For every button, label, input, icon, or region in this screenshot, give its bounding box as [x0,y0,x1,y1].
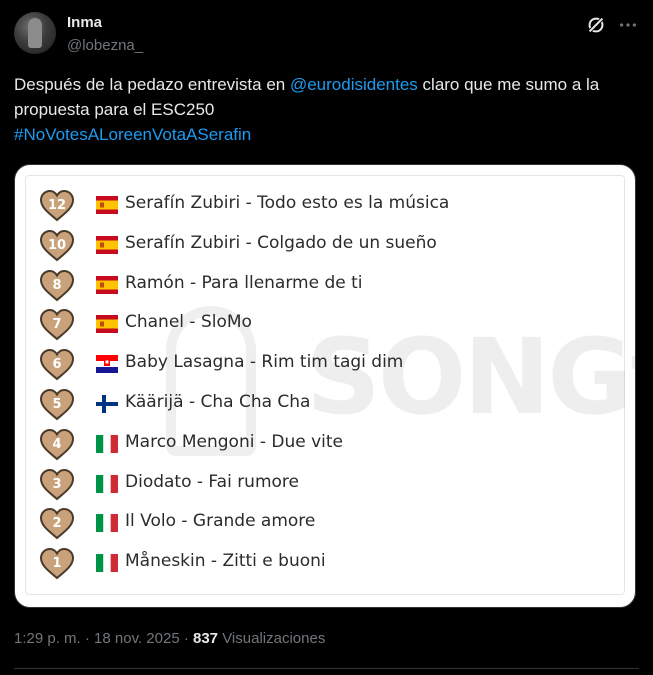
tweet-image[interactable]: SONGfest 12Serafín Zubiri - Todo esto es… [14,164,636,608]
italy-flag-icon [96,514,118,533]
spain-flag-icon [96,315,118,334]
song-title: Käärijä - Cha Cha Cha [125,392,311,412]
ranking-row: 7 Chanel - SloMo [40,309,620,341]
song-title: Serafín Zubiri - Todo esto es la música [125,193,450,213]
song-title: Chanel - SloMo [125,312,252,333]
mention-link[interactable]: @eurodisidentes [290,75,418,94]
heart-icon: 10 [40,229,74,262]
song-title: Serafín Zubiri - Colgado de un sueño [125,232,437,253]
heart-icon: 4 [40,428,74,461]
tweet-header: Inma @lobezna_ [14,10,639,58]
more-options-icon[interactable] [617,14,639,36]
author-handle[interactable]: @lobezna_ [67,37,143,54]
song-title: Diodato - Fai rumore [125,471,299,492]
grok-icon[interactable] [585,14,607,36]
points-label: 5 [52,397,61,412]
heart-icon: 12 [40,190,74,222]
views-count: 837 [193,630,219,647]
views-label: Visualizaciones [218,630,326,647]
hashtag-link[interactable]: #NoVotesALoreenVotaASerafin [14,125,251,144]
tweet-text: Después de la pedazo entrevista en @euro… [14,72,639,147]
italy-flag-icon [96,434,118,453]
croatia-flag-icon [96,355,118,374]
heart-icon: 1 [40,548,74,580]
heart-icon: 7 [40,309,74,341]
song-title: Ramón - Para llenarme de ti [125,272,363,293]
tweet-meta: 1:29 p. m. · 18 nov. 2025 · 837 Visualiz… [14,630,325,647]
song-title: Måneskin - Zitti e buoni [125,551,326,572]
ranking-row: 1 Måneskin - Zitti e buoni [40,548,620,580]
song-title: Baby Lasagna - Rim tim tagi dim [125,352,404,373]
italy-flag-icon [96,554,118,573]
points-label: 4 [52,437,61,452]
ranking-row: 2 Il Volo - Grande amore [40,508,620,540]
points-label: 3 [52,477,61,492]
points-label: 10 [48,238,66,253]
tweet-text-part: Después de la pedazo entrevista en [14,75,290,94]
heart-icon: 8 [40,269,74,301]
avatar[interactable] [14,12,56,54]
ranking-row: 12 Serafín Zubiri - Todo esto es la músic… [40,190,620,222]
ranking-row: 6 Baby Lasagna - Rim tim tagi dim [40,349,620,381]
ranking-row: 8 Ramón - Para llenarme de ti [40,269,620,301]
spain-flag-icon [96,196,118,214]
ranking-row: 3 Diodato - Fai rumore [40,468,620,500]
points-label: 2 [52,516,61,531]
heart-icon: 2 [40,508,74,540]
finland-flag-icon [96,395,118,413]
timestamp[interactable]: 1:29 p. m. · 18 nov. 2025 · [14,630,193,647]
ranking-card: SONGfest 12Serafín Zubiri - Todo esto es… [25,175,635,595]
heart-icon: 3 [40,468,74,500]
song-title: Marco Mengoni - Due vite [125,431,344,452]
points-label: 12 [48,198,66,213]
song-title: Il Volo - Grande amore [125,511,316,532]
ranking-row: 4 Marco Mengoni - Due vite [40,428,620,461]
ranking-row: 5 Käärijä - Cha Cha Cha [40,389,620,421]
points-label: 1 [52,556,61,571]
heart-icon: 6 [40,349,74,381]
author-name[interactable]: Inma [67,14,102,31]
ranking-row: 10 Serafín Zubiri - Colgado de un sueño [40,229,620,262]
heart-icon: 5 [40,389,74,421]
points-label: 8 [52,278,61,293]
spain-flag-icon [96,275,118,294]
points-label: 6 [52,357,61,372]
italy-flag-icon [96,474,118,493]
spain-flag-icon [96,235,118,254]
divider [14,668,639,669]
points-label: 7 [52,317,61,332]
